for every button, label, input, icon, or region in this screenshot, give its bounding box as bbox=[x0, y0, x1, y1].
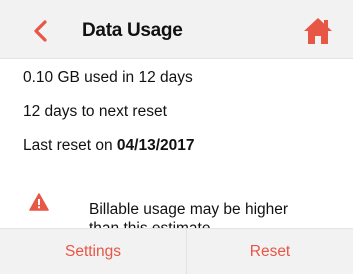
header-bar: Data Usage bbox=[0, 0, 353, 59]
back-button[interactable] bbox=[26, 16, 56, 46]
settings-button[interactable]: Settings bbox=[0, 229, 186, 274]
warning-line-1: Billable usage may be higher bbox=[89, 201, 289, 218]
last-reset-date: 04/13/2017 bbox=[116, 137, 195, 154]
home-button[interactable] bbox=[303, 17, 333, 45]
next-reset-text: 12 days to next reset bbox=[23, 103, 167, 120]
footer-bar: Settings Reset bbox=[0, 228, 353, 274]
data-usage-screen: Data Usage 0.10 GB used in 12 days 12 da… bbox=[0, 0, 353, 274]
page-title: Data Usage bbox=[82, 20, 183, 41]
last-reset-label: Last reset on bbox=[23, 137, 113, 154]
last-reset-row: Last reset on 04/13/2017 bbox=[23, 137, 195, 155]
warning-triangle-icon bbox=[29, 193, 49, 211]
usage-summary: 0.10 GB used in 12 days bbox=[23, 69, 193, 86]
reset-button[interactable]: Reset bbox=[187, 229, 353, 274]
chevron-left-icon bbox=[34, 20, 47, 42]
home-icon bbox=[304, 18, 332, 44]
